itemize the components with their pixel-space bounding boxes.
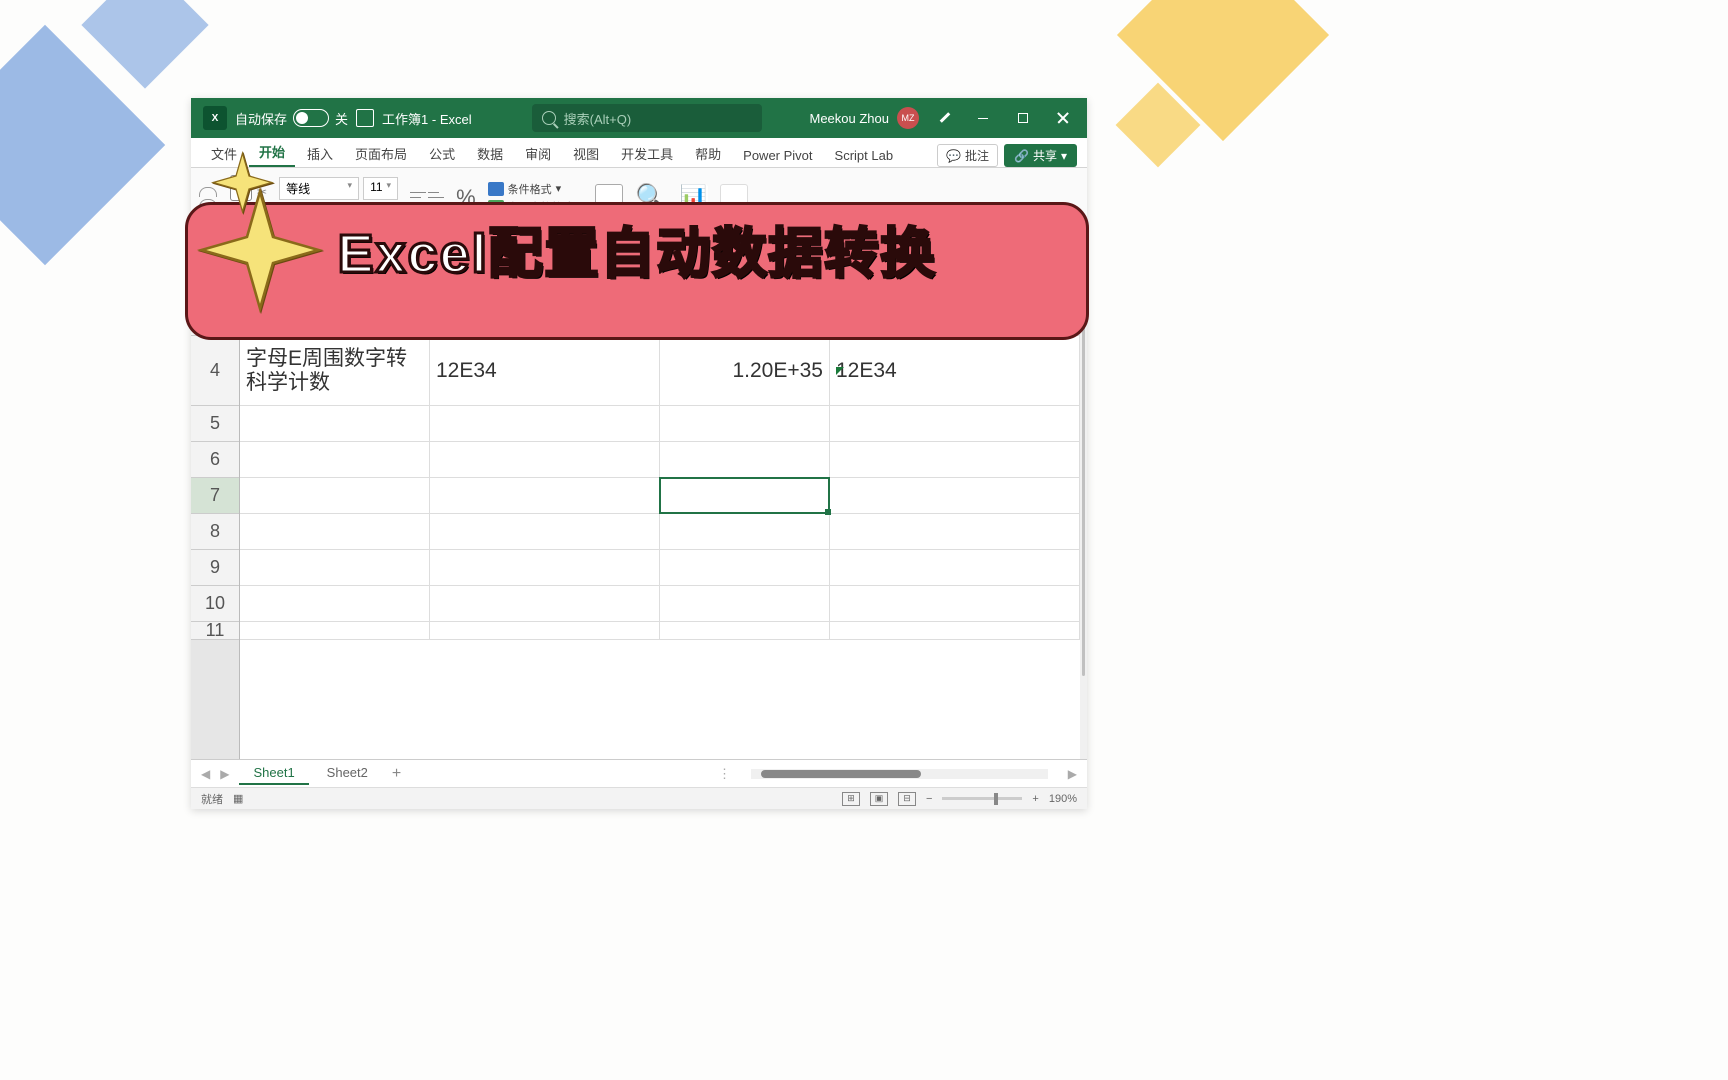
- status-ready: 就绪: [201, 791, 223, 807]
- hscroll-right-icon[interactable]: ▶: [1068, 767, 1077, 781]
- row-header[interactable]: 4: [191, 336, 239, 406]
- search-icon: [542, 111, 556, 125]
- zoom-level[interactable]: 190%: [1049, 793, 1077, 805]
- autosave-label: 自动保存: [235, 109, 287, 128]
- hscroll-thumb[interactable]: [761, 770, 921, 778]
- cell[interactable]: [660, 478, 830, 513]
- tab-帮助[interactable]: 帮助: [685, 140, 731, 167]
- font-size-select[interactable]: 11: [363, 177, 398, 200]
- zoom-in-button[interactable]: +: [1032, 793, 1038, 805]
- tab-插入[interactable]: 插入: [297, 140, 343, 167]
- row-header[interactable]: 7: [191, 478, 239, 514]
- deco-blue-2: [81, 0, 208, 89]
- avatar: MZ: [897, 107, 919, 129]
- sheet-tab-Sheet2[interactable]: Sheet2: [313, 762, 382, 785]
- tab-视图[interactable]: 视图: [563, 140, 609, 167]
- tab-审阅[interactable]: 审阅: [515, 140, 561, 167]
- save-icon[interactable]: [356, 109, 374, 127]
- cell[interactable]: [240, 586, 430, 621]
- comments-button[interactable]: 💬 批注: [937, 144, 998, 167]
- view-pagelayout-icon[interactable]: ▣: [870, 792, 888, 806]
- autosave-toggle[interactable]: 自动保存 关: [235, 109, 348, 128]
- cell[interactable]: [430, 442, 660, 477]
- sheet-tabs-bar: ◀ ▶ Sheet1Sheet2 + ⋮ ▶: [191, 759, 1087, 787]
- tab-Script Lab[interactable]: Script Lab: [825, 144, 904, 167]
- cell[interactable]: [430, 478, 660, 513]
- ribbon-tabs: 文件开始插入页面布局公式数据审阅视图开发工具帮助Power PivotScrip…: [191, 138, 1087, 168]
- cell[interactable]: [430, 622, 660, 639]
- autosave-state: 关: [335, 109, 348, 128]
- banner-text: Excel配置自动数据转换: [337, 209, 936, 288]
- cell[interactable]: [830, 622, 1080, 639]
- close-button[interactable]: [1043, 98, 1083, 138]
- toggle-switch[interactable]: [293, 109, 329, 127]
- tab-公式[interactable]: 公式: [419, 140, 465, 167]
- share-button[interactable]: 🔗 共享 ▾: [1004, 144, 1077, 167]
- document-title: 工作簿1 - Excel: [382, 109, 472, 128]
- cell[interactable]: [430, 514, 660, 549]
- row-header[interactable]: 5: [191, 406, 239, 442]
- accessibility-icon[interactable]: ▦: [233, 792, 243, 805]
- tab-页面布局[interactable]: 页面布局: [345, 140, 417, 167]
- tab-数据[interactable]: 数据: [467, 140, 513, 167]
- view-normal-icon[interactable]: ⊞: [842, 792, 860, 806]
- status-bar: 就绪 ▦ ⊞ ▣ ⊟ − + 190%: [191, 787, 1087, 809]
- zoom-slider[interactable]: [942, 797, 1022, 800]
- minimize-button[interactable]: [963, 98, 1003, 138]
- row-header[interactable]: 8: [191, 514, 239, 550]
- add-sheet-button[interactable]: +: [392, 765, 401, 783]
- cell[interactable]: [430, 406, 660, 441]
- cell[interactable]: [240, 406, 430, 441]
- cell[interactable]: [830, 442, 1080, 477]
- search-box[interactable]: 搜索(Alt+Q): [532, 104, 762, 132]
- cell[interactable]: [660, 406, 830, 441]
- cell[interactable]: [830, 478, 1080, 513]
- cell[interactable]: [660, 514, 830, 549]
- maximize-button[interactable]: [1003, 98, 1043, 138]
- cell[interactable]: [240, 514, 430, 549]
- cell[interactable]: [240, 478, 430, 513]
- cell[interactable]: [830, 406, 1080, 441]
- user-account[interactable]: Meekou Zhou MZ: [810, 107, 920, 129]
- tab-开发工具[interactable]: 开发工具: [611, 140, 683, 167]
- view-pagebreak-icon[interactable]: ⊟: [898, 792, 916, 806]
- tab-Power Pivot[interactable]: Power Pivot: [733, 144, 822, 167]
- cell[interactable]: [830, 586, 1080, 621]
- cell[interactable]: [430, 550, 660, 585]
- excel-app-icon: X: [203, 106, 227, 130]
- cell[interactable]: 1.20E+35: [660, 336, 830, 405]
- cell[interactable]: [240, 550, 430, 585]
- sheet-tab-Sheet1[interactable]: Sheet1: [239, 762, 308, 785]
- sheet-next-icon[interactable]: ▶: [220, 767, 229, 781]
- pen-icon[interactable]: [937, 110, 953, 126]
- cell[interactable]: [430, 586, 660, 621]
- row-header[interactable]: 11: [191, 622, 239, 640]
- row-header[interactable]: 6: [191, 442, 239, 478]
- cell[interactable]: [830, 514, 1080, 549]
- cell[interactable]: 12E34: [430, 336, 660, 405]
- cell[interactable]: [660, 442, 830, 477]
- cell[interactable]: [240, 622, 430, 639]
- cell[interactable]: [240, 442, 430, 477]
- row-header[interactable]: 9: [191, 550, 239, 586]
- title-bar: X 自动保存 关 工作簿1 - Excel 搜索(Alt+Q) Meekou Z…: [191, 98, 1087, 138]
- sheet-prev-icon[interactable]: ◀: [201, 767, 210, 781]
- horizontal-scrollbar[interactable]: [751, 769, 1048, 779]
- zoom-out-button[interactable]: −: [926, 793, 932, 805]
- conditional-format-button[interactable]: 条件格式 ▾: [488, 181, 584, 197]
- sparkle-icon-small: [210, 150, 275, 220]
- cell[interactable]: [660, 550, 830, 585]
- cell[interactable]: 字母E周围数字转科学计数: [240, 336, 430, 405]
- user-name: Meekou Zhou: [810, 111, 890, 126]
- row-header[interactable]: 10: [191, 586, 239, 622]
- cell[interactable]: [830, 550, 1080, 585]
- cell[interactable]: 12E34: [830, 336, 1080, 405]
- cell[interactable]: [660, 586, 830, 621]
- cell[interactable]: [660, 622, 830, 639]
- search-placeholder: 搜索(Alt+Q): [564, 109, 632, 128]
